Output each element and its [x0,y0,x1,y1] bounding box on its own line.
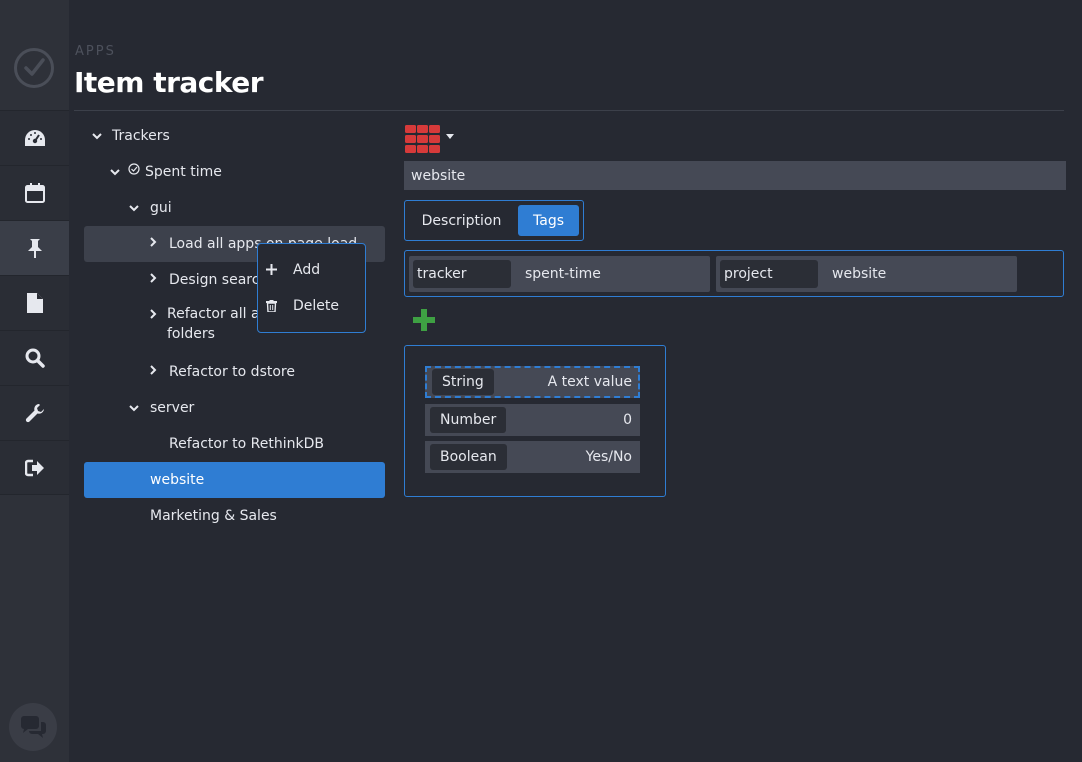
tab-tags[interactable]: Tags [518,205,579,236]
tag-item[interactable]: tracker spent-time [409,256,710,292]
check-circle-icon [128,163,140,175]
chat-icon [21,716,46,738]
tree-item-label: Marketing & Sales [150,508,277,524]
tree-item-marketing-sales[interactable]: Marketing & Sales [84,498,385,534]
field-type-number[interactable]: Number 0 [425,404,640,436]
tree-item-label: Spent time [145,164,222,180]
field-type-label: Boolean [430,444,507,470]
context-menu-add[interactable]: Add [258,256,365,286]
field-type-label: String [432,369,494,395]
tree-item-gui[interactable]: gui [84,190,385,226]
pin-icon [27,239,42,258]
tree-item-label: Trackers [112,128,170,144]
add-tag-button[interactable] [413,309,435,331]
context-menu: Add Delete [257,243,366,333]
chevron-down-icon[interactable] [109,166,121,178]
field-type-label: Number [430,407,507,433]
trash-icon [266,300,277,312]
field-type-example: 0 [623,412,632,428]
field-types-palette: String A text value Number 0 Boolean Yes… [404,345,666,497]
tree-item-spent-time[interactable]: Spent time [84,154,385,190]
color-grid-icon [405,125,454,153]
tree-item-label: gui [150,200,172,216]
color-picker[interactable] [405,125,463,153]
search-icon [25,348,45,368]
plus-icon [413,309,435,331]
tree-item-website[interactable]: website [84,462,385,498]
tree-item-label: Refactor to dstore [169,364,295,380]
tree-item-trackers[interactable]: Trackers [84,118,385,154]
field-type-boolean[interactable]: Boolean Yes/No [425,441,640,473]
nav-search[interactable] [0,330,69,385]
tree-item-refactor-dstore[interactable]: Refactor to dstore [84,354,385,390]
tab-description[interactable]: Description [413,205,510,236]
app-logo-icon [14,48,54,88]
field-type-example: Yes/No [585,449,632,465]
tree-item-label-line2: folders [167,326,215,342]
item-name-input[interactable] [404,161,1066,190]
caret-down-icon [446,134,454,139]
field-type-example: A text value [547,374,632,390]
tree-item-label: website [150,472,205,488]
nav-dashboard[interactable] [0,110,69,165]
nav-documents[interactable] [0,275,69,330]
tree-item-label: server [150,400,195,416]
tree-item-refactor-rethinkdb[interactable]: Refactor to RethinkDB [84,426,385,462]
context-menu-delete[interactable]: Delete [258,292,365,322]
logout-icon [24,459,44,476]
tree-item-label: Design search [169,272,269,288]
chevron-right-icon[interactable] [147,236,159,248]
tree-item-label-line1: Refactor all ap [167,306,269,322]
plus-icon [266,264,277,275]
chevron-down-icon[interactable] [128,202,140,214]
nav-calendar[interactable] [0,165,69,220]
chat-button[interactable] [9,703,57,751]
tag-item[interactable]: project website [716,256,1017,292]
chevron-right-icon[interactable] [147,272,159,284]
nav-pinned[interactable] [0,220,69,275]
document-icon [26,293,43,313]
tag-key[interactable]: tracker [413,260,511,288]
detail-tabs: Description Tags [404,200,584,241]
calendar-icon [24,183,45,203]
tag-value[interactable]: website [832,256,886,292]
section-label: APPS [75,44,116,59]
page-title: Item tracker [74,66,264,99]
context-menu-delete-label: Delete [293,298,339,314]
chevron-right-icon[interactable] [147,308,159,320]
field-type-string[interactable]: String A text value [425,366,640,398]
nav-settings[interactable] [0,385,69,440]
chevron-right-icon[interactable] [147,364,159,376]
tags-container: tracker spent-time project website [404,250,1064,297]
tag-key[interactable]: project [720,260,818,288]
context-menu-add-label: Add [293,262,321,278]
tag-value[interactable]: spent-time [525,256,601,292]
header-divider [74,110,1064,111]
tree-item-server[interactable]: server [84,390,385,426]
chevron-down-icon[interactable] [91,130,103,142]
wrench-icon [25,404,44,423]
chevron-down-icon[interactable] [128,402,140,414]
dashboard-icon [24,130,45,146]
nav-logout[interactable] [0,440,69,495]
tree-item-label: Refactor to RethinkDB [169,436,325,452]
sidebar [0,0,69,762]
